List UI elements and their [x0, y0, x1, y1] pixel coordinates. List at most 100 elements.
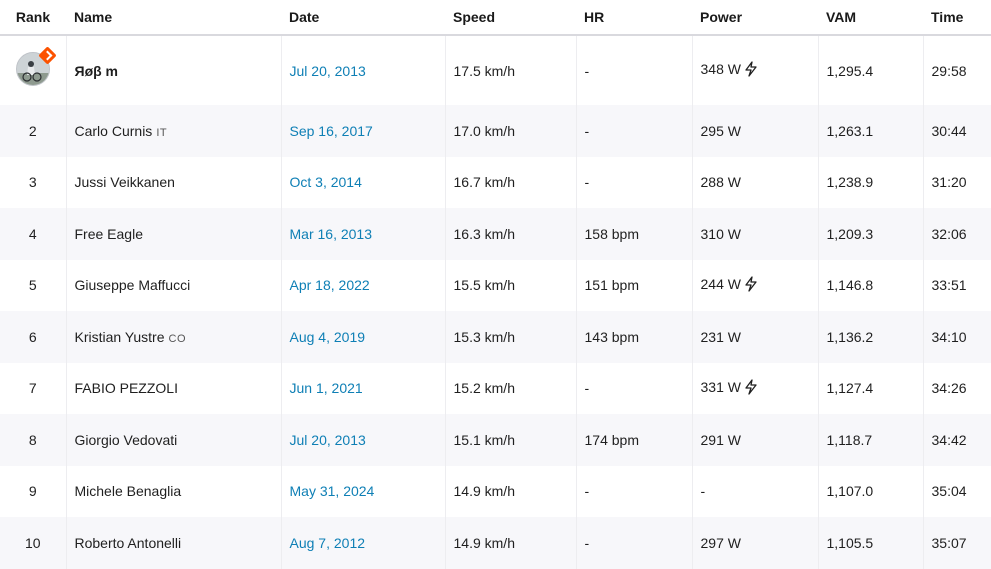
table-row: 2 Carlo Curnis IT Sep 16, 2017 17.0 km/h -295… [0, 105, 991, 157]
speed-cell: 15.1 km/h [445, 414, 577, 466]
date-cell: Sep 16, 2017 [281, 105, 446, 157]
rank-cell: 6 [0, 311, 67, 363]
power-value: 295 W [700, 122, 741, 139]
rank-cell: 4 [0, 208, 67, 260]
country-code: IT [156, 126, 168, 139]
time-cell: 34:10 [923, 311, 991, 363]
athlete-name-link[interactable]: Jussi Veikkanen [75, 174, 175, 190]
header-rank[interactable]: Rank [0, 0, 66, 36]
table-row: 6 Kristian Yustre CO Aug 4, 2019 15.3 km/h 14… [0, 311, 991, 363]
leaderboard-table: Rank Name Date Speed HR Power VAM Time Я… [0, 0, 991, 569]
athlete-name-link[interactable]: Giuseppe Maffucci [75, 277, 191, 293]
date-cell: Jul 20, 2013 [281, 35, 446, 105]
time-cell: 35:07 [923, 517, 991, 569]
name-cell: Carlo Curnis IT [66, 105, 282, 157]
table-row: Яøβ m Jul 20, 2013 17.5 km/h -348 W 1,295.4 2… [0, 35, 991, 105]
header-power[interactable]: Power [692, 0, 818, 36]
hr-cell: - [576, 465, 693, 517]
date-cell: Mar 16, 2013 [281, 208, 446, 260]
power-cell: - [692, 465, 819, 517]
activity-date-link[interactable]: Jul 20, 2013 [290, 432, 366, 448]
rank-cell [0, 35, 67, 105]
lightning-bolt-icon [744, 379, 758, 398]
activity-date-link[interactable]: Aug 7, 2012 [290, 535, 366, 551]
athlete-name-link[interactable]: Giorgio Vedovati [75, 432, 178, 448]
power-value: 331 W [700, 378, 741, 395]
athlete-name-link[interactable]: Michele Benaglia [75, 483, 182, 499]
athlete-name-link[interactable]: Free Eagle [75, 226, 143, 242]
power-cell: 331 W [692, 362, 819, 414]
lightning-bolt-icon [744, 61, 758, 80]
athlete-name-link[interactable]: FABIO PEZZOLI [75, 380, 178, 396]
athlete-name-link[interactable]: Roberto Antonelli [75, 535, 182, 551]
hr-cell: - [576, 156, 693, 208]
header-date[interactable]: Date [281, 0, 445, 36]
table-row: 9 Michele Benaglia May 31, 2024 14.9 km/h - -… [0, 465, 991, 517]
date-cell: Jul 20, 2013 [281, 414, 446, 466]
power-value: 297 W [700, 534, 741, 551]
rank-cell: 9 [0, 465, 67, 517]
activity-date-link[interactable]: Sep 16, 2017 [290, 123, 373, 139]
power-value: 291 W [700, 431, 741, 448]
header-hr[interactable]: HR [576, 0, 692, 36]
speed-cell: 15.5 km/h [445, 259, 577, 311]
name-cell: Free Eagle [66, 208, 282, 260]
speed-cell: 15.2 km/h [445, 362, 577, 414]
hr-cell: 158 bpm [576, 208, 693, 260]
name-cell: Jussi Veikkanen [66, 156, 282, 208]
athlete-name-link[interactable]: Яøβ m [75, 63, 119, 79]
activity-date-link[interactable]: May 31, 2024 [290, 483, 375, 499]
header-name[interactable]: Name [66, 0, 281, 36]
speed-cell: 17.0 km/h [445, 105, 577, 157]
power-value: 310 W [700, 225, 741, 242]
hr-cell: - [576, 35, 693, 105]
vam-cell: 1,127.4 [818, 362, 924, 414]
activity-date-link[interactable]: Oct 3, 2014 [290, 174, 362, 190]
time-cell: 30:44 [923, 105, 991, 157]
power-cell: 288 W [692, 156, 819, 208]
vam-cell: 1,136.2 [818, 311, 924, 363]
activity-date-link[interactable]: Aug 4, 2019 [290, 329, 366, 345]
name-cell: Giorgio Vedovati [66, 414, 282, 466]
activity-date-link[interactable]: Jul 20, 2013 [290, 63, 366, 79]
date-cell: Oct 3, 2014 [281, 156, 446, 208]
athlete-name-link[interactable]: Carlo Curnis [75, 123, 153, 139]
power-value: 244 W [700, 275, 741, 292]
vam-cell: 1,146.8 [818, 259, 924, 311]
power-cell: 291 W [692, 414, 819, 466]
power-cell: 231 W [692, 311, 819, 363]
lightning-bolt-icon [744, 276, 758, 295]
speed-cell: 16.3 km/h [445, 208, 577, 260]
time-cell: 32:06 [923, 208, 991, 260]
activity-date-link[interactable]: Apr 18, 2022 [290, 277, 370, 293]
table-row: 5 Giuseppe Maffucci Apr 18, 2022 15.5 km/h 1… [0, 259, 991, 311]
athlete-name-link[interactable]: Kristian Yustre [75, 329, 165, 345]
time-cell: 34:42 [923, 414, 991, 466]
date-cell: Aug 4, 2019 [281, 311, 446, 363]
hr-cell: 151 bpm [576, 259, 693, 311]
activity-date-link[interactable]: Mar 16, 2013 [290, 226, 373, 242]
date-cell: Jun 1, 2021 [281, 362, 446, 414]
table-row: 8 Giorgio Vedovati Jul 20, 2013 15.1 km/h 17… [0, 414, 991, 466]
name-cell: FABIO PEZZOLI [66, 362, 282, 414]
rank-cell: 10 [0, 517, 67, 569]
speed-cell: 14.9 km/h [445, 465, 577, 517]
activity-date-link[interactable]: Jun 1, 2021 [290, 380, 363, 396]
date-cell: May 31, 2024 [281, 465, 446, 517]
rank-cell: 3 [0, 156, 67, 208]
time-cell: 33:51 [931, 277, 967, 294]
table-row: 4 Free Eagle Mar 16, 2013 16.3 km/h 158 bpm 3… [0, 208, 991, 260]
power-value: 231 W [700, 328, 741, 345]
name-cell: Giuseppe Maffucci [66, 259, 282, 311]
speed-cell: 15.3 km/h [445, 311, 577, 363]
header-time[interactable]: Time [923, 0, 991, 36]
power-cell: 310 W [692, 208, 819, 260]
header-vam[interactable]: VAM [818, 0, 923, 36]
speed-cell: 17.5 km/h [445, 35, 577, 105]
country-code: CO [168, 332, 187, 345]
speed-cell: 16.7 km/h [445, 156, 577, 208]
athlete-avatar[interactable] [15, 46, 57, 86]
header-speed[interactable]: Speed [445, 0, 576, 36]
speed-cell: 14.9 km/h [445, 517, 577, 569]
hr-cell: - [576, 517, 693, 569]
